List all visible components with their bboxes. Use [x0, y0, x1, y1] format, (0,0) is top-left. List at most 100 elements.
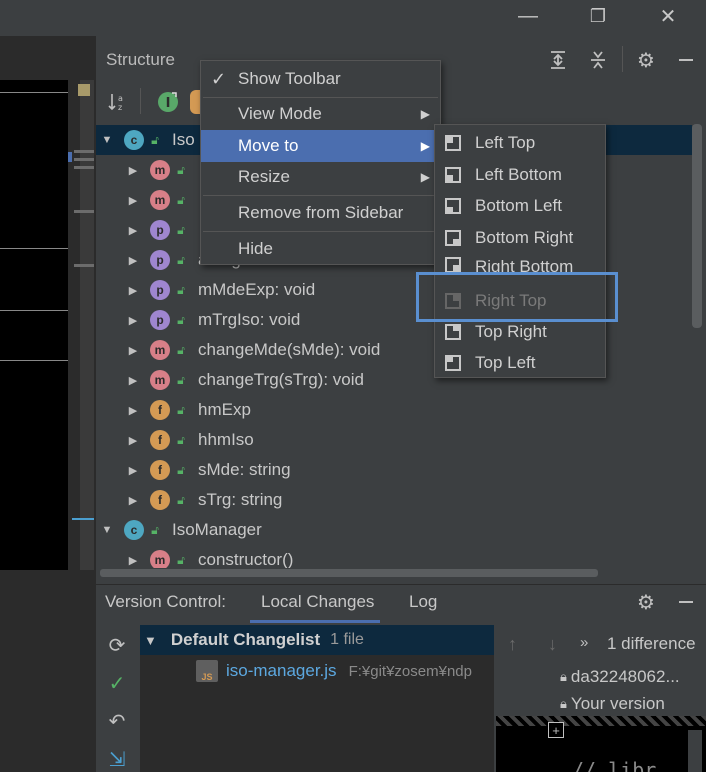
restore-window-button[interactable]: ❐: [578, 0, 618, 32]
minimize-window-button[interactable]: —: [508, 0, 548, 32]
plus-icon: +: [552, 722, 560, 738]
close-icon: ✕: [659, 5, 677, 28]
svg-text:I: I: [166, 96, 171, 111]
file-path: F:¥git¥zosem¥ndp: [348, 662, 472, 680]
arrow-up-icon: ↑: [508, 634, 517, 654]
menu-item-label: Remove from Sidebar: [238, 203, 404, 222]
sort-alphabetically-button[interactable]: az: [104, 88, 132, 116]
close-window-button[interactable]: ✕: [648, 0, 688, 32]
menu-item-resize[interactable]: Resize ▶: [201, 161, 440, 193]
chevron-right-icon: ▶: [420, 139, 430, 153]
expand-fold-button[interactable]: +: [548, 722, 564, 738]
menu-item-bottom-left[interactable]: Bottom Left: [435, 190, 605, 222]
chevron-right-icon[interactable]: ▶: [126, 434, 140, 447]
toolbar-divider: [140, 88, 141, 114]
chevron-right-icon[interactable]: ▶: [126, 284, 140, 297]
rollback-button[interactable]: ↶: [104, 708, 130, 734]
chevron-right-icon[interactable]: ▶: [126, 374, 140, 387]
editor-gutter-mark: [74, 150, 94, 153]
menu-item-left-bottom[interactable]: Left Bottom: [435, 159, 605, 191]
menu-item-label: Top Right: [475, 322, 547, 341]
show-inherited-button[interactable]: I: [154, 88, 182, 116]
chevron-right-icon[interactable]: ▶: [126, 494, 140, 507]
chevron-down-icon[interactable]: ▼: [100, 524, 114, 536]
checkmark-icon: ✓: [108, 672, 126, 695]
chevron-right-icon[interactable]: ▶: [126, 344, 140, 357]
left-bottom-icon: [445, 167, 461, 183]
method-icon: m: [150, 370, 170, 390]
editor-text-area[interactable]: [0, 80, 68, 570]
field-icon: f: [150, 430, 170, 450]
more-actions-button[interactable]: »: [580, 634, 588, 651]
difference-count: 1 difference: [607, 634, 696, 653]
menu-item-remove-from-sidebar[interactable]: Remove from Sidebar: [201, 197, 440, 229]
commit-button[interactable]: ✓: [104, 670, 130, 696]
tree-row[interactable]: ▶ f 🔓︎ hhmIso: [96, 425, 692, 455]
method-icon: m: [150, 160, 170, 180]
arrows-icon: ⇲: [108, 748, 126, 771]
vc-hide-button[interactable]: [672, 588, 700, 616]
menu-item-label: Bottom Left: [475, 196, 562, 215]
menu-item-left-top[interactable]: Left Top: [435, 127, 605, 159]
menu-item-view-mode[interactable]: View Mode ▶: [201, 98, 440, 130]
diff-scrollbar[interactable]: [688, 730, 702, 772]
menu-item-show-toolbar[interactable]: ✓ Show Toolbar: [201, 63, 440, 95]
lock-icon: 🔓︎: [177, 552, 185, 567]
tree-row[interactable]: ▶ f 🔓︎ hmExp: [96, 395, 692, 425]
tree-row[interactable]: ▶ f 🔓︎ sTrg: string: [96, 485, 692, 515]
collapse-all-button[interactable]: [584, 46, 612, 74]
settings-button[interactable]: ⚙: [632, 46, 660, 74]
changed-file-row[interactable]: JS iso-manager.js F:¥git¥zosem¥ndp: [196, 657, 492, 685]
tree-row-label: hhmIso: [198, 430, 254, 449]
structure-horizontal-scrollbar[interactable]: [100, 569, 598, 577]
menu-item-top-left[interactable]: Top Left: [435, 347, 605, 379]
structure-vertical-scrollbar[interactable]: [692, 124, 702, 328]
menu-item-move-to[interactable]: Move to ▶: [201, 130, 440, 162]
tab-log[interactable]: Log: [409, 592, 437, 612]
property-icon: p: [150, 250, 170, 270]
chevron-right-icon[interactable]: ▶: [126, 464, 140, 477]
expand-all-button[interactable]: [544, 46, 572, 74]
menu-item-label: Resize: [238, 167, 290, 186]
class-icon: c: [124, 130, 144, 150]
vc-settings-button[interactable]: ⚙: [632, 588, 660, 616]
editor-warning-marker[interactable]: [78, 84, 90, 96]
refresh-button[interactable]: ⟳: [104, 632, 130, 658]
property-icon: p: [150, 280, 170, 300]
chevron-right-icon[interactable]: ▶: [126, 254, 140, 267]
changelist-count: 1 file: [330, 631, 364, 648]
lock-icon: 🔓︎: [177, 282, 185, 297]
tree-row[interactable]: ▼ c 🔓︎ IsoManager: [96, 515, 692, 545]
chevron-right-icon[interactable]: ▶: [126, 224, 140, 237]
chevron-right-icon[interactable]: ▶: [126, 194, 140, 207]
hide-panel-button[interactable]: [672, 46, 700, 74]
arrow-down-icon: ↓: [548, 634, 557, 654]
lock-icon: 🔓︎: [151, 132, 159, 147]
changelist-header[interactable]: ▼ Default Changelist 1 file: [140, 625, 494, 655]
lock-icon: 🔒︎: [560, 696, 567, 711]
tab-local-changes[interactable]: Local Changes: [261, 592, 374, 612]
lock-icon: 🔓︎: [177, 492, 185, 507]
left-top-icon: [445, 135, 461, 151]
merge-button[interactable]: ⇲: [104, 746, 130, 772]
chevron-right-icon[interactable]: ▶: [126, 314, 140, 327]
your-version-label: 🔒︎ Your version: [560, 694, 665, 713]
tree-row-label: Iso: [172, 130, 195, 149]
menu-item-bottom-right[interactable]: Bottom Right: [435, 222, 605, 254]
chevron-down-icon[interactable]: ▼: [100, 134, 114, 146]
menu-item-top-right[interactable]: Top Right: [435, 319, 605, 345]
chevron-right-icon: ▶: [420, 107, 430, 121]
lock-icon: 🔓︎: [177, 432, 185, 447]
tree-row[interactable]: ▶ f 🔓︎ sMde: string: [96, 455, 692, 485]
next-difference-button[interactable]: ↓: [548, 634, 557, 655]
menu-item-hide[interactable]: Hide: [201, 233, 440, 265]
editor-scrollbar[interactable]: [80, 80, 94, 570]
chevron-right-icon[interactable]: ▶: [126, 404, 140, 417]
previous-difference-button[interactable]: ↑: [508, 634, 517, 655]
chevron-right-icon[interactable]: ▶: [126, 164, 140, 177]
restore-icon: ❐: [589, 5, 607, 26]
double-chevron-icon: »: [580, 634, 589, 651]
undo-icon: ↶: [108, 710, 126, 733]
chevron-right-icon[interactable]: ▶: [126, 554, 140, 567]
tree-row-label: mMdeExp: void: [198, 280, 316, 299]
